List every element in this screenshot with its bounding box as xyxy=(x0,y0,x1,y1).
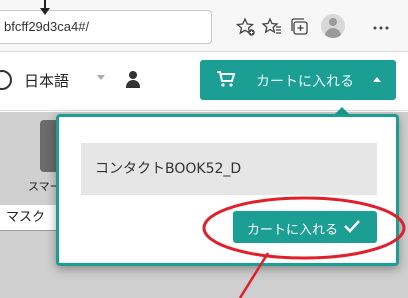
product-name: コンタクトBOOK52_D xyxy=(95,161,242,177)
collections-icon[interactable] xyxy=(289,16,311,38)
category-row[interactable]: マスク xyxy=(0,205,60,231)
cart-button-label: カートに入れる xyxy=(256,74,354,90)
product-name-field: コンタクトBOOK52_D xyxy=(81,143,377,195)
check-icon xyxy=(344,220,360,233)
cart-button[interactable]: カートに入れる xyxy=(200,60,396,100)
add-to-cart-button[interactable]: カートに入れる xyxy=(233,211,377,243)
browser-toolbar: bfcff29d3ca4#/ xyxy=(0,0,408,52)
add-favorite-icon[interactable] xyxy=(235,16,257,38)
chevron-down-icon[interactable] xyxy=(97,75,105,80)
language-selector[interactable]: 日本語 xyxy=(24,70,69,91)
category-label: マスク xyxy=(6,210,46,225)
add-to-cart-popup: コンタクトBOOK52_D カートに入れる xyxy=(56,114,399,266)
add-to-cart-label: カートに入れる xyxy=(247,223,339,238)
favorites-icon[interactable] xyxy=(261,16,283,38)
annotation-arrow-icon xyxy=(40,0,50,15)
cart-icon xyxy=(217,71,236,87)
address-bar[interactable]: bfcff29d3ca4#/ xyxy=(0,10,212,44)
profile-avatar[interactable] xyxy=(321,14,345,38)
globe-icon xyxy=(0,70,12,90)
chevron-up-icon xyxy=(373,77,381,82)
url-text: bfcff29d3ca4#/ xyxy=(4,19,90,34)
more-options-icon[interactable] xyxy=(370,16,392,38)
user-icon[interactable] xyxy=(125,71,141,89)
